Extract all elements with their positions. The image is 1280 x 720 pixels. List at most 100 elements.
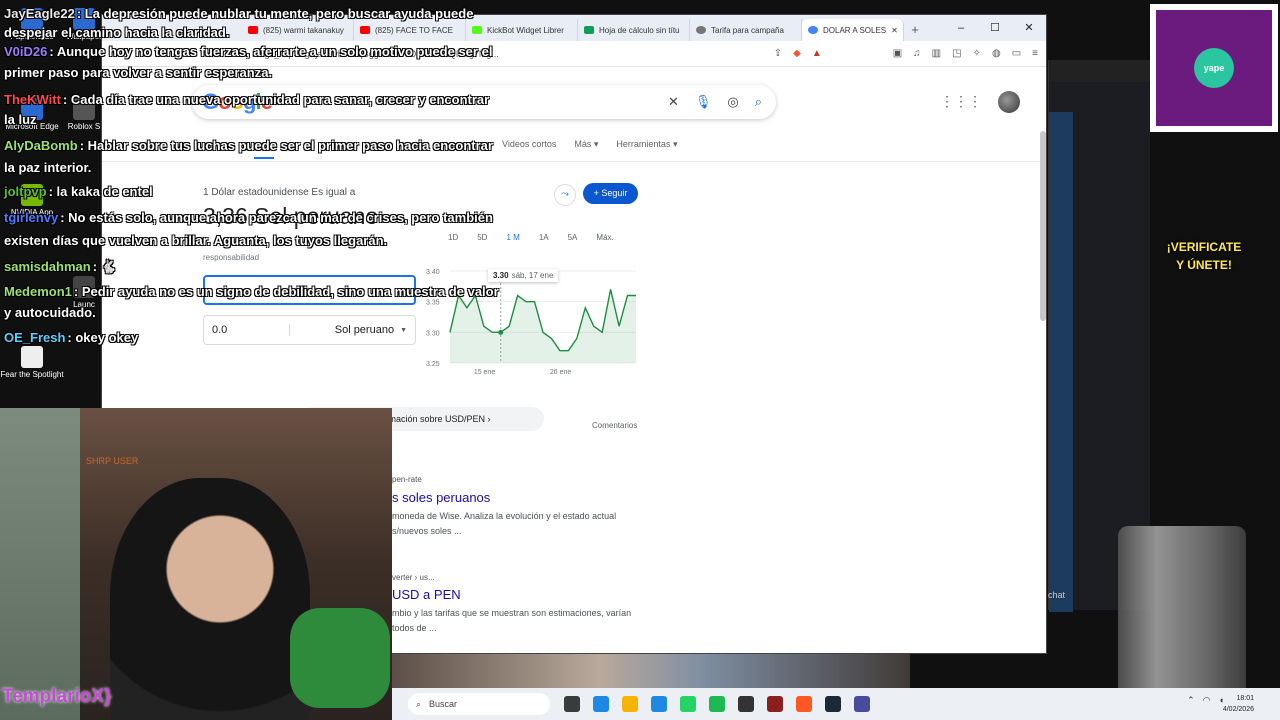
chat-text: : la kaka de entel — [48, 184, 153, 199]
apps-grid-icon[interactable]: ⋮⋮⋮ — [940, 93, 982, 110]
webcam-shelf — [0, 408, 80, 720]
mic-icon[interactable]: 🎙 — [695, 94, 712, 110]
taskbar-app-icon[interactable] — [709, 696, 725, 712]
browser-tab[interactable]: Hoja de cálculo sin títu — [578, 19, 690, 41]
range-5d[interactable]: 5D — [477, 233, 487, 242]
browser-tab[interactable]: KickBot Widget Librer — [466, 19, 578, 41]
chat-text: existen días que vuelven a brillar. Agua… — [4, 233, 388, 248]
new-tab-button[interactable]: + — [904, 19, 926, 41]
taskbar-app-icon[interactable] — [738, 696, 754, 712]
taskbar-app-icon[interactable] — [593, 696, 609, 712]
chat-text: y autocuidado. — [4, 305, 96, 320]
chart-ytick-label: 3.25 — [426, 361, 440, 368]
tab-short-videos[interactable]: Videos cortos — [502, 139, 556, 150]
youtube-icon — [248, 26, 258, 34]
chat-text: primer paso para volver a sentir esperan… — [4, 65, 273, 80]
taskbar-app-icon[interactable] — [680, 696, 696, 712]
tab-more[interactable]: Más ▾ — [574, 139, 598, 150]
wallet-icon[interactable]: ▭ — [1012, 48, 1021, 59]
chat-message: joltpvp: la kaka de entel — [4, 184, 153, 199]
search-box-icons: ✕ 🎙 ◎ ⌕ — [668, 94, 762, 110]
disclaimer-link[interactable]: responsabilidad — [203, 253, 259, 262]
range-max[interactable]: Máx. — [596, 233, 613, 242]
music-icon[interactable]: ♫ — [913, 48, 921, 59]
search-tabs: Videos cortos Más ▾ Herramientas ▾ — [502, 139, 677, 150]
chat-username: OE_Fresh — [4, 330, 66, 345]
currency-to-select[interactable]: Sol peruano — [290, 324, 394, 336]
taskbar-app-icon[interactable] — [854, 696, 870, 712]
chat-message: AlyDaBomb: Hablar sobre tus luchas puede… — [4, 138, 493, 153]
chat-text: : Cada día trae una nueva oportunidad pa… — [62, 92, 490, 107]
taskbar-app-icon[interactable] — [622, 696, 638, 712]
cast-icon[interactable]: ▣ — [893, 48, 902, 59]
comments-link[interactable]: Comentarios — [592, 421, 637, 430]
close-button[interactable]: ✕ — [1012, 15, 1046, 41]
result-title-link[interactable]: s soles peruanos — [392, 490, 490, 505]
vpn-icon[interactable]: ◍ — [992, 48, 1001, 59]
rewards-icon[interactable]: ▲ — [812, 48, 822, 59]
taskbar-app-icon[interactable] — [564, 696, 580, 712]
sidebar-icon[interactable]: ▥ — [932, 48, 941, 59]
menu-icon[interactable]: ≡ — [1032, 48, 1038, 59]
chat-message: TheKWitt: Cada día trae una nueva oportu… — [4, 92, 489, 107]
brave-shield-icon[interactable]: ◆ — [793, 48, 801, 59]
tab-tools[interactable]: Herramientas ▾ — [616, 139, 677, 150]
screen: Papelera de Wallpaper Microsoft Edge Rob… — [0, 0, 1280, 720]
range-1y[interactable]: 1A — [539, 233, 549, 242]
browser-tab-active[interactable]: DOLAR A SOLES ✕ — [802, 19, 904, 41]
close-tab-icon[interactable]: ✕ — [891, 26, 898, 35]
webcam-feed: SHRP USER TemplarioX} — [0, 408, 392, 720]
amount-to-input[interactable]: 0.0 — [212, 324, 290, 336]
browser-tab[interactable]: (825) FACE TO FACE — [354, 19, 466, 41]
chat-text: la paz interior. — [4, 160, 92, 175]
chat-text: : 🐇 — [92, 259, 117, 274]
extensions-icon[interactable]: ◳ — [952, 48, 961, 59]
taskbar-app-icon[interactable] — [796, 696, 812, 712]
chart-ytick-label: 3.30 — [426, 330, 440, 337]
leo-icon[interactable]: ✧ — [973, 48, 981, 59]
chat-message: la luz — [4, 112, 37, 127]
avatar[interactable] — [998, 91, 1020, 113]
share-button[interactable]: ⤳ — [554, 184, 576, 206]
network-icon[interactable]: ◠ — [1203, 695, 1211, 706]
taskbar-app-icon[interactable] — [825, 696, 841, 712]
minimize-button[interactable]: – — [944, 15, 978, 41]
taskbar-search[interactable]: ⌕ Buscar — [408, 693, 550, 715]
chart-ytick-label: 3.35 — [426, 300, 440, 307]
chat-message: la paz interior. — [4, 160, 91, 175]
window-controls: – ☐ ✕ — [944, 15, 1046, 41]
chart-hover-point — [498, 329, 504, 335]
verify-banner: ¡VERIFICATE Y ÚNETE! — [1166, 240, 1242, 272]
chat-text: : Hablar sobre tus luchas puede ser el p… — [79, 138, 493, 153]
divider — [102, 161, 1046, 162]
scrollbar[interactable] — [1040, 131, 1046, 321]
share-icon: ⤳ — [561, 189, 569, 200]
clock[interactable]: 18:01 4/02/2026 — [1223, 693, 1254, 715]
google-icon — [808, 26, 818, 34]
desktop-icon-fear-the-spotlight[interactable]: Fear the Spotlight — [0, 346, 64, 379]
chat-label: chat — [1048, 590, 1066, 600]
range-1d[interactable]: 1D — [448, 233, 458, 242]
system-tray: ⌃ ◠ ◖ — [1187, 695, 1224, 706]
result-cite: pen-rate — [392, 475, 422, 484]
browser-tab[interactable]: (825) warmi takanakuy — [242, 19, 354, 41]
chart-tooltip: 3.30 sáb, 17 ene — [488, 269, 559, 282]
clear-icon[interactable]: ✕ — [668, 94, 679, 110]
maximize-button[interactable]: ☐ — [978, 15, 1012, 41]
chat-text: despejar el camino hacia la claridad. — [4, 25, 230, 40]
chat-message: existen días que vuelven a brillar. Agua… — [4, 233, 387, 248]
follow-button[interactable]: + Seguir — [583, 183, 638, 204]
search-icon[interactable]: ⌕ — [755, 94, 762, 110]
share-icon[interactable]: ⇪ — [774, 48, 782, 59]
range-1m[interactable]: 1 M — [506, 233, 519, 242]
chevron-up-icon[interactable]: ⌃ — [1187, 695, 1195, 706]
taskbar-app-icon[interactable] — [767, 696, 783, 712]
chart-range-selector: 1D 5D 1 M 1A 5A Máx. — [448, 233, 614, 242]
browser-tab[interactable]: Tarifa para campaña — [690, 19, 802, 41]
result-title-link[interactable]: USD a PEN — [392, 587, 461, 602]
range-5y[interactable]: 5A — [568, 233, 578, 242]
webcam-tag: SHRP USER — [86, 456, 139, 466]
chat-text: : Aunque hoy no tengas fuerzas, aferrart… — [49, 44, 493, 59]
taskbar-app-icon[interactable] — [651, 696, 667, 712]
lens-icon[interactable]: ◎ — [727, 94, 738, 110]
